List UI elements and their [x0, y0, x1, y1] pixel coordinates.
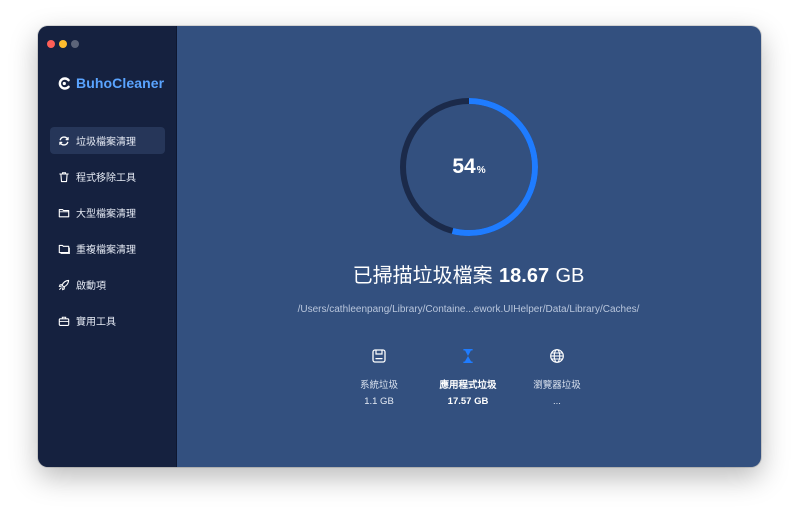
category-label: 系統垃圾 [359, 380, 398, 391]
category-system-junk: 系統垃圾 1.1 GB [334, 348, 424, 407]
globe-icon [550, 349, 564, 363]
app-window: BuhoCleaner 垃圾檔案清理 程式移除工具 大型檔案清理 重複檔案清理 … [38, 26, 761, 467]
window-controls [47, 40, 79, 48]
folder-icon [58, 208, 70, 217]
minimize-window-button[interactable] [59, 40, 67, 48]
sidebar-item-label: 大型檔案清理 [76, 209, 136, 220]
refresh-icon [59, 135, 69, 146]
sidebar-item-label: 程式移除工具 [76, 173, 136, 184]
toolbox-icon [58, 316, 70, 326]
category-app-junk: 應用程式垃圾 17.57 GB [423, 348, 513, 407]
scan-headline: 已掃描垃圾檔案 18.67 GB [176, 259, 761, 288]
category-value: ... [553, 396, 561, 407]
duplicate-folder-icon [58, 244, 70, 254]
category-label: 瀏覽器垃圾 [533, 380, 581, 391]
progress-percent-number: 54 [452, 155, 476, 178]
progress-percent: 54% [399, 97, 539, 237]
zoom-window-button[interactable] [71, 40, 79, 48]
progress-percent-unit: % [476, 164, 486, 176]
category-label: 應用程式垃圾 [439, 380, 497, 391]
sidebar-item-label: 實用工具 [76, 317, 116, 328]
scan-current-path: /Users/cathleenpang/Library/Containe...e… [297, 304, 640, 315]
app-name: BuhoCleaner [76, 75, 165, 91]
app-brand: BuhoCleaner [58, 75, 164, 91]
scan-progress-ring: 54% [399, 97, 539, 237]
trash-icon [59, 171, 69, 182]
sidebar: BuhoCleaner 垃圾檔案清理 程式移除工具 大型檔案清理 重複檔案清理 … [38, 26, 177, 467]
sidebar-item-label: 啟動項 [76, 281, 106, 292]
hourglass-icon [463, 349, 473, 363]
sidebar-item-large-files[interactable]: 大型檔案清理 [50, 199, 165, 226]
main-panel: 54% 已掃描垃圾檔案 18.67 GB /Users/cathleenpang… [176, 26, 761, 467]
buho-logo-icon [58, 76, 70, 90]
category-value: 1.1 GB [364, 396, 394, 407]
sidebar-nav: 垃圾檔案清理 程式移除工具 大型檔案清理 重複檔案清理 啟動項 實用工具 [50, 127, 165, 343]
sidebar-item-label: 重複檔案清理 [76, 245, 136, 256]
close-window-button[interactable] [47, 40, 55, 48]
category-browser-junk: 瀏覽器垃圾 ... [512, 348, 602, 407]
scan-total-unit: GB [555, 265, 585, 287]
sidebar-item-duplicate-files[interactable]: 重複檔案清理 [50, 235, 165, 262]
sidebar-item-junk-cleanup[interactable]: 垃圾檔案清理 [50, 127, 165, 154]
scan-headline-prefix: 已掃描垃圾檔案 [352, 263, 493, 287]
category-value: 17.57 GB [447, 396, 489, 407]
disk-icon [372, 349, 386, 363]
sidebar-item-toolkit[interactable]: 實用工具 [50, 307, 165, 334]
scan-total-size: 18.67 [499, 265, 550, 287]
sidebar-item-label: 垃圾檔案清理 [76, 137, 136, 148]
sidebar-item-uninstaller[interactable]: 程式移除工具 [50, 163, 165, 190]
sidebar-item-startup-items[interactable]: 啟動項 [50, 271, 165, 298]
rocket-icon [58, 279, 70, 290]
